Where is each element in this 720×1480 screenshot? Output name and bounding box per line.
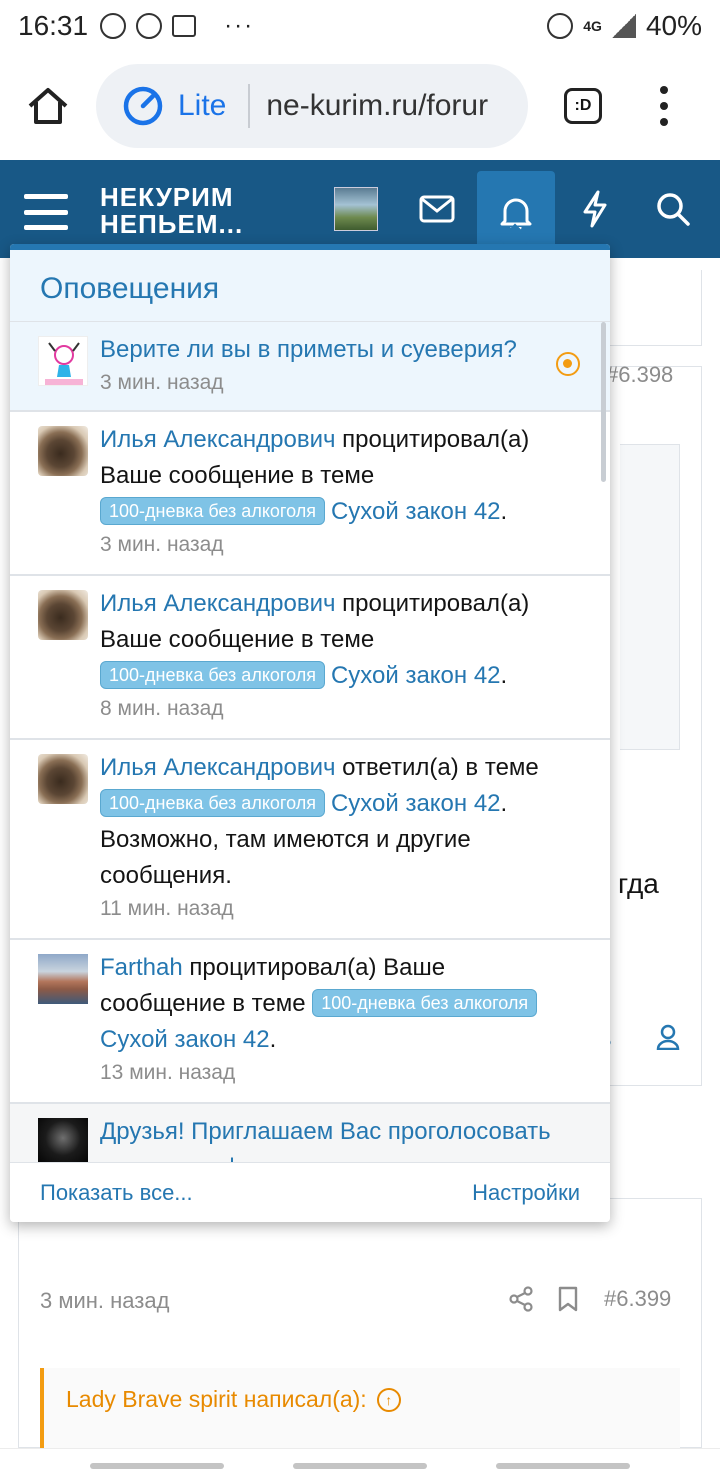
- inbox-button[interactable]: [398, 170, 476, 248]
- url-divider: [248, 84, 251, 128]
- nav-gesture-bar[interactable]: [496, 1463, 630, 1469]
- share-icon[interactable]: [508, 1286, 534, 1312]
- logo-line-1: НЕКУРИМ: [100, 182, 234, 212]
- unread-indicator-icon[interactable]: [556, 352, 580, 376]
- notification-item[interactable]: Илья Александрович процитировал(а) Ваше …: [10, 412, 610, 576]
- thread-prefix-badge[interactable]: 100-дневка без алкоголя: [312, 989, 538, 1017]
- status-notification-icons: ···: [100, 12, 254, 40]
- menu-dot: [660, 102, 668, 110]
- system-navigation-bar: [0, 1448, 720, 1480]
- notification-suffix: .: [500, 498, 508, 525]
- notification-item[interactable]: Илья Александрович процитировал(а) Ваше …: [10, 576, 610, 740]
- nav-gesture-bar[interactable]: [293, 1463, 427, 1469]
- quote-author-label: Lady Brave spirit написал(а):: [66, 1386, 367, 1412]
- avatar[interactable]: [38, 590, 88, 640]
- whatsapp-icon: [100, 13, 127, 39]
- avatar[interactable]: [38, 754, 88, 804]
- user-avatar[interactable]: [334, 187, 378, 231]
- hamburger-line: [24, 209, 68, 215]
- notification-item[interactable]: Farthah процитировал(а) Ваше сообщение в…: [10, 940, 610, 1104]
- whats-new-button[interactable]: [556, 170, 634, 248]
- tabs-button[interactable]: :D: [564, 88, 602, 124]
- notification-time: 8 мин. назад: [100, 697, 224, 720]
- avatar[interactable]: [38, 954, 88, 1004]
- notification-item[interactable]: Илья Александрович ответил(а) в теме 100…: [10, 740, 610, 940]
- notifications-popup: Оповещения Верите ли вы в приметы и суев…: [10, 244, 610, 1222]
- search-icon: [657, 193, 690, 226]
- logo-line-2: НЕПЬЕМ...: [100, 209, 244, 239]
- home-icon[interactable]: [26, 84, 70, 128]
- notification-user-link[interactable]: Илья Александрович: [100, 426, 336, 453]
- nav-gesture-bar[interactable]: [90, 1463, 224, 1469]
- popup-footer: Показать все... Настройки: [10, 1162, 610, 1222]
- post-number[interactable]: #6.398: [606, 362, 673, 388]
- arrow-up-circle-icon[interactable]: ↑: [376, 1387, 401, 1412]
- browser-menu-button[interactable]: [652, 86, 676, 126]
- envelope-icon: [419, 195, 455, 223]
- viber-icon: [136, 13, 163, 39]
- lightning-icon: [583, 190, 607, 228]
- notification-user-link[interactable]: Farthah: [100, 954, 183, 981]
- gallery-icon: [172, 15, 197, 37]
- site-logo[interactable]: НЕКУРИМ НЕПЬЕМ...: [100, 184, 243, 238]
- thread-prefix-badge[interactable]: 100-дневка без алкоголя: [100, 497, 325, 525]
- notifications-list[interactable]: Верите ли вы в приметы и суеверия? 3 мин…: [10, 322, 610, 1162]
- notification-thread-link[interactable]: Сухой закон 42: [331, 498, 501, 525]
- notification-item[interactable]: Верите ли вы в приметы и суеверия? 3 мин…: [10, 322, 610, 412]
- post-time[interactable]: 3 мин. назад: [40, 1288, 169, 1314]
- thread-prefix-badge[interactable]: 100-дневка без алкоголя: [100, 789, 325, 817]
- hamburger-line: [24, 194, 68, 199]
- notification-time: 11 мин. назад: [100, 897, 234, 920]
- notification-suffix: .: [500, 662, 508, 689]
- avatar-cartoon-icon: [45, 342, 83, 385]
- notification-thread-link[interactable]: Сухой закон 42: [331, 790, 501, 817]
- address-bar[interactable]: Lite ne-kurim.ru/forur: [96, 64, 528, 148]
- post-number[interactable]: #6.399: [604, 1286, 671, 1312]
- user-icon[interactable]: [656, 1024, 680, 1050]
- search-button[interactable]: [634, 170, 712, 248]
- notification-user-link[interactable]: Илья Александрович: [100, 754, 336, 781]
- popup-title: Оповещения: [10, 250, 610, 322]
- notification-thread-link[interactable]: Друзья! Приглашаем Вас проголосовать за …: [100, 1118, 551, 1162]
- status-time: 16:31: [18, 10, 89, 41]
- alarm-icon: [547, 13, 574, 39]
- lite-mode-label[interactable]: Lite: [178, 89, 226, 123]
- notification-item[interactable]: Друзья! Приглашаем Вас проголосовать за …: [10, 1104, 610, 1162]
- notification-thread-link[interactable]: Сухой закон 42: [331, 662, 501, 689]
- settings-link[interactable]: Настройки: [472, 1180, 580, 1206]
- lite-mode-icon[interactable]: [122, 85, 164, 127]
- quote-block: [40, 1368, 680, 1458]
- notification-time: 13 мин. назад: [100, 1061, 236, 1084]
- more-notifications-icon: ···: [224, 12, 255, 39]
- post-text-fragment: гда: [618, 868, 659, 899]
- bookmark-icon[interactable]: [556, 1286, 580, 1312]
- notification-thread-link[interactable]: Сухой закон 42: [100, 1026, 270, 1053]
- quote-author[interactable]: Lady Brave spirit написал(а): ↑: [66, 1386, 401, 1413]
- hamburger-line: [24, 225, 68, 230]
- status-bar: 16:31 ··· 4G 40%: [0, 0, 720, 52]
- show-all-link[interactable]: Показать все...: [40, 1180, 193, 1206]
- battery-level: 40%: [645, 10, 702, 41]
- avatar[interactable]: [38, 336, 88, 386]
- avatar[interactable]: [38, 1118, 88, 1162]
- notification-action: ответил(а) в теме: [335, 754, 539, 781]
- hamburger-menu-icon[interactable]: [24, 194, 68, 230]
- network-type: 4G: [583, 18, 602, 34]
- quote-block: [620, 444, 680, 750]
- avatar[interactable]: [38, 426, 88, 476]
- menu-dot: [660, 86, 668, 94]
- notification-user-link[interactable]: Илья Александрович: [100, 590, 336, 617]
- notifications-scrollbar[interactable]: [601, 322, 606, 482]
- notification-time: 3 мин. назад: [100, 371, 224, 394]
- url-text[interactable]: ne-kurim.ru/forur: [266, 89, 488, 123]
- menu-dot: [660, 118, 668, 126]
- notification-time: 3 мин. назад: [100, 533, 224, 556]
- notification-thread-link[interactable]: Верите ли вы в приметы и суеверия?: [100, 336, 517, 363]
- browser-toolbar: Lite ne-kurim.ru/forur :D: [0, 52, 720, 160]
- thread-prefix-badge[interactable]: 100-дневка без алкоголя: [100, 661, 325, 689]
- signal-icon: [611, 14, 636, 38]
- notification-suffix: .: [269, 1026, 277, 1053]
